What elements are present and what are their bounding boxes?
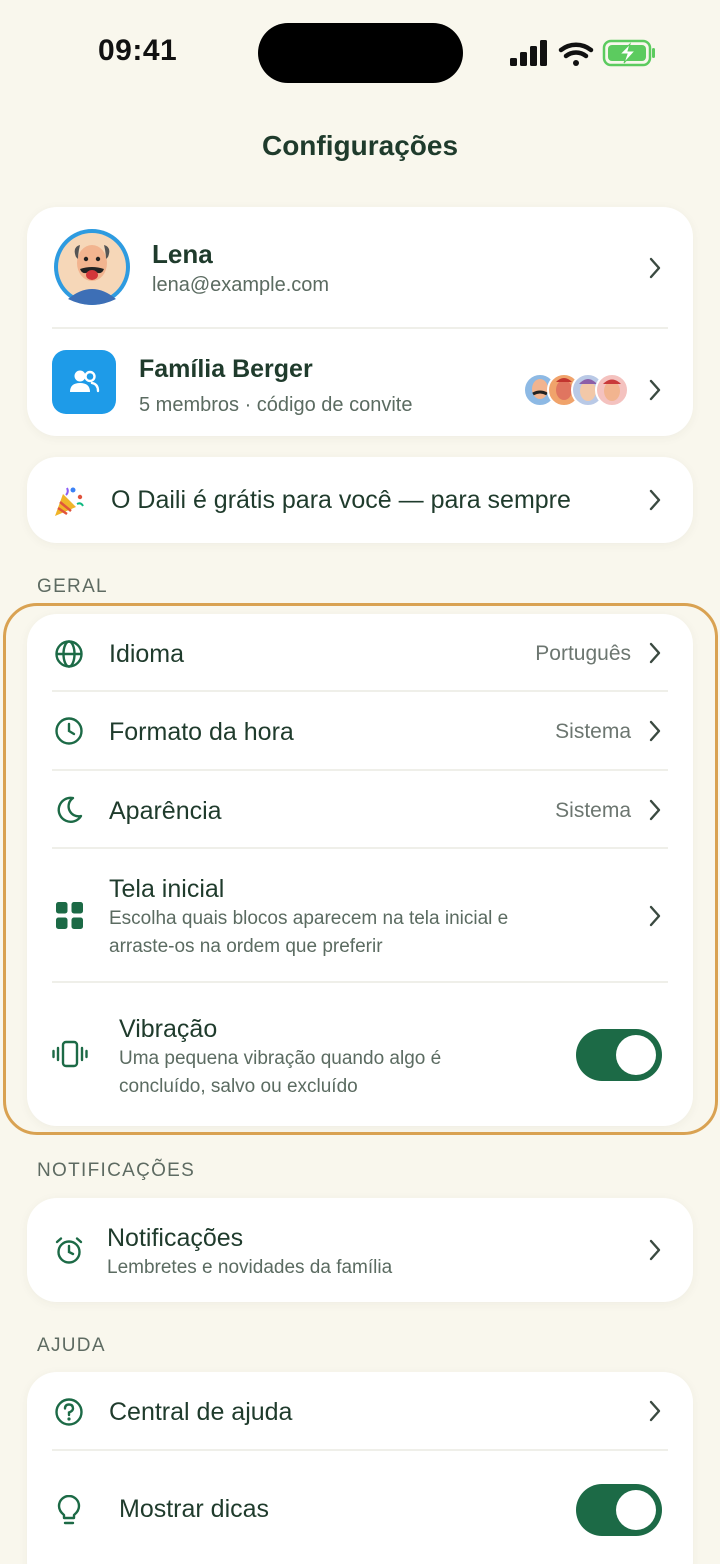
status-icons [510,39,655,67]
chevron-right-icon [649,257,661,279]
section-label-notifications: NOTIFICAÇÕES [37,1160,196,1181]
avatar [54,229,130,305]
account-card: Lena lena@example.com Família Berger 5 m… [27,207,693,436]
profile-name: Lena [152,239,213,269]
help-center-label: Central de ajuda [109,1398,293,1426]
family-icon-tile [52,350,116,414]
signal-icon [510,40,547,66]
status-time: 09:41 [98,34,178,67]
highlight-outline [3,603,718,1135]
dynamic-island [258,23,463,83]
page-title: Configurações [261,130,459,161]
chevron-right-icon [649,1239,661,1261]
people-icon [70,370,100,393]
chevron-right-icon [649,379,661,401]
section-label-help: AJUDA [37,1335,106,1356]
family-subtitle: 5 membros · código de convite [139,394,413,416]
help-card: Central de ajuda Mostrar dicas [27,1372,693,1564]
show-tips-label: Mostrar dicas [119,1495,270,1523]
battery-icon [602,39,655,67]
family-member-avatars [523,373,629,407]
family-name: Família Berger [139,355,313,383]
chevron-right-icon [649,1400,661,1422]
party-popper-icon [55,487,84,516]
chevron-right-icon [649,489,661,511]
family-row[interactable]: Família Berger 5 membros · código de con… [27,329,693,436]
wifi-icon [558,42,594,66]
notifications-label: Notificações [107,1224,244,1252]
lightbulb-icon [57,1495,81,1525]
alarm-clock-icon [55,1237,83,1264]
help-circle-icon [55,1398,83,1426]
promo-label: O Daili é grátis para você — para sempre [111,486,571,514]
section-label-general: GERAL [37,576,108,597]
show-tips-row: Mostrar dicas [27,1451,693,1564]
show-tips-toggle[interactable] [576,1484,662,1536]
help-center-row[interactable]: Central de ajuda [27,1372,693,1449]
notifications-card[interactable]: Notificações Lembretes e novidades da fa… [27,1198,693,1302]
promo-card[interactable]: O Daili é grátis para você — para sempre [27,457,693,543]
profile-email: lena@example.com [152,274,330,296]
status-bar: 09:41 [0,0,720,110]
notifications-subtitle: Lembretes e novidades da família [107,1257,393,1278]
member-avatar-4 [595,373,629,407]
profile-row[interactable]: Lena lena@example.com [27,207,693,327]
